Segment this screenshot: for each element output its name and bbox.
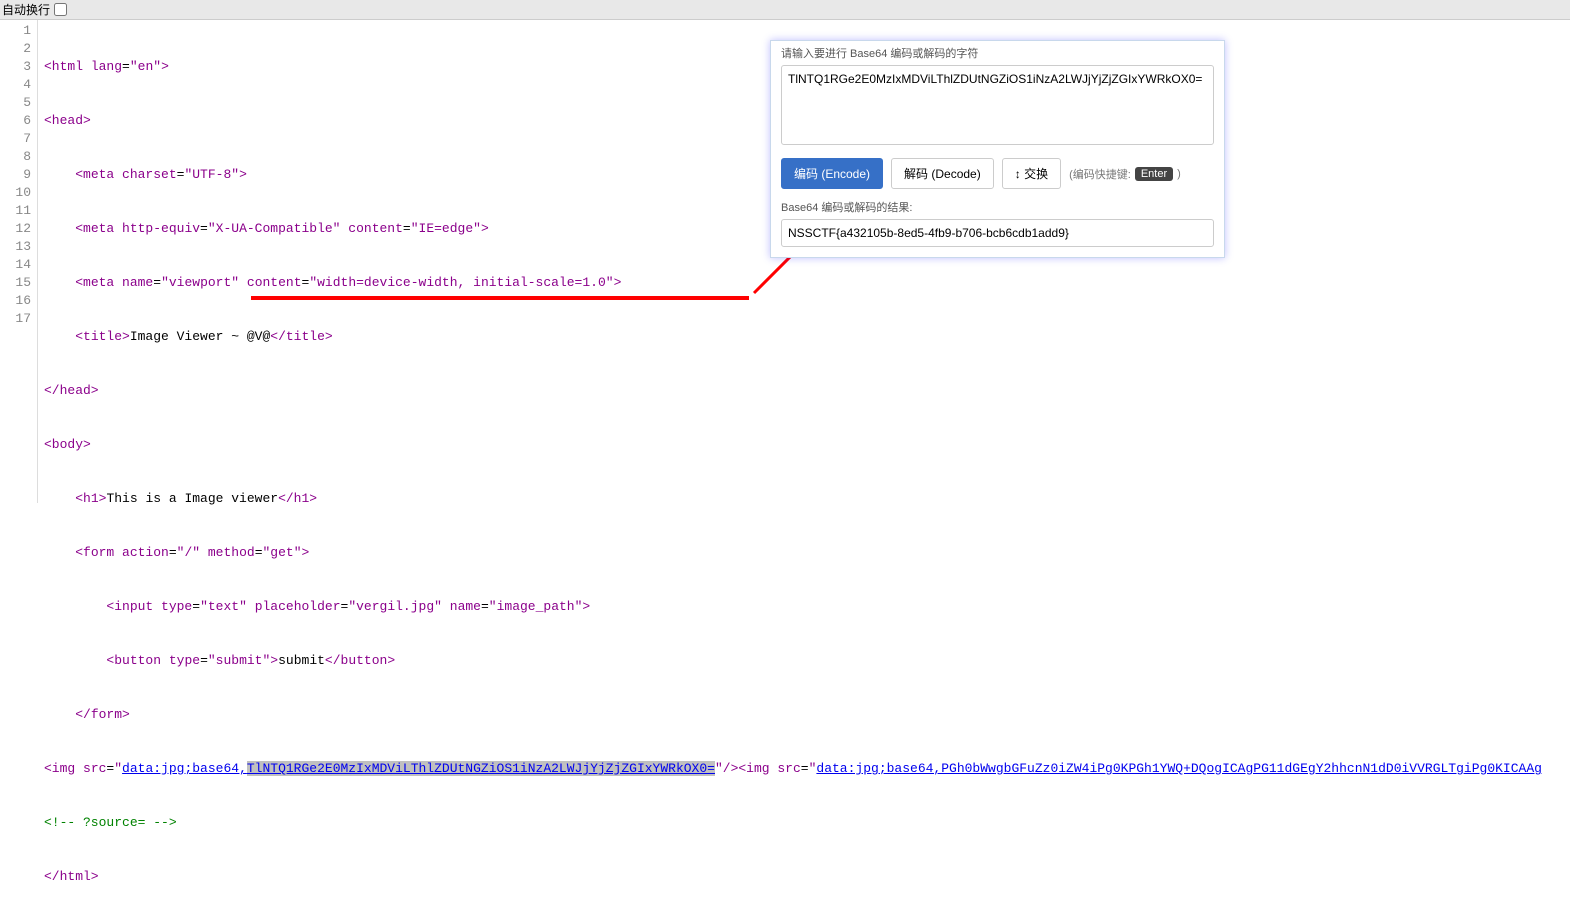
line-number: 8 — [0, 148, 31, 166]
base64-input[interactable] — [781, 65, 1214, 145]
line-number: 6 — [0, 112, 31, 130]
line-number: 1 — [0, 22, 31, 40]
base64-popup: 请输入要进行 Base64 编码或解码的字符 编码 (Encode) 解码 (D… — [770, 40, 1225, 258]
wrap-checkbox[interactable] — [54, 3, 67, 16]
result-output[interactable]: NSSCTF{a432105b-8ed5-4fb9-b706-bcb6cdb1a… — [781, 219, 1214, 247]
annotation-underline — [251, 296, 749, 300]
line-gutter: 1 2 3 4 5 6 7 8 9 10 11 12 13 14 15 16 1… — [0, 20, 38, 503]
code-line: <h1>This is a Image viewer</h1> — [44, 490, 1542, 508]
code-line: <body> — [44, 436, 1542, 454]
enter-key-icon: Enter — [1135, 167, 1173, 181]
code-line: <form action="/" method="get"> — [44, 544, 1542, 562]
code-line: </html> — [44, 868, 1542, 886]
line-number: 15 — [0, 274, 31, 292]
decode-button[interactable]: 解码 (Decode) — [891, 158, 994, 189]
line-number: 17 — [0, 310, 31, 328]
line-number: 10 — [0, 184, 31, 202]
line-number: 12 — [0, 220, 31, 238]
popup-title: 请输入要进行 Base64 编码或解码的字符 — [781, 45, 1214, 61]
line-number: 7 — [0, 130, 31, 148]
code-line: <input type="text" placeholder="vergil.j… — [44, 598, 1542, 616]
line-number: 13 — [0, 238, 31, 256]
code-line: </head> — [44, 382, 1542, 400]
selected-base64: TlNTQ1RGe2E0MzIxMDViLThlZDUtNGZiOS1iNzA2… — [247, 761, 715, 776]
line-number: 2 — [0, 40, 31, 58]
swap-button[interactable]: ↕ 交换 — [1002, 158, 1061, 189]
popup-button-row: 编码 (Encode) 解码 (Decode) ↕ 交换 (编码快捷键: Ent… — [781, 158, 1214, 189]
code-line: </form> — [44, 706, 1542, 724]
code-line: <img src="data:jpg;base64,TlNTQ1RGe2E0Mz… — [44, 760, 1542, 778]
encode-button[interactable]: 编码 (Encode) — [781, 158, 883, 189]
line-number: 14 — [0, 256, 31, 274]
line-number: 4 — [0, 76, 31, 94]
line-number: 16 — [0, 292, 31, 310]
code-line: <!-- ?source= --> — [44, 814, 1542, 832]
wrap-label: 自动换行 — [2, 1, 50, 18]
line-number: 5 — [0, 94, 31, 112]
shortcut-hint: (编码快捷键: Enter ) — [1069, 166, 1181, 182]
result-label: Base64 编码或解码的结果: — [781, 199, 1214, 215]
code-line: <meta name="viewport" content="width=dev… — [44, 274, 1542, 292]
code-line: <title>Image Viewer ~ @V@</title> — [44, 328, 1542, 346]
line-number: 9 — [0, 166, 31, 184]
line-number: 3 — [0, 58, 31, 76]
code-line: <button type="submit">submit</button> — [44, 652, 1542, 670]
line-number: 11 — [0, 202, 31, 220]
top-toolbar: 自动换行 — [0, 0, 1570, 20]
